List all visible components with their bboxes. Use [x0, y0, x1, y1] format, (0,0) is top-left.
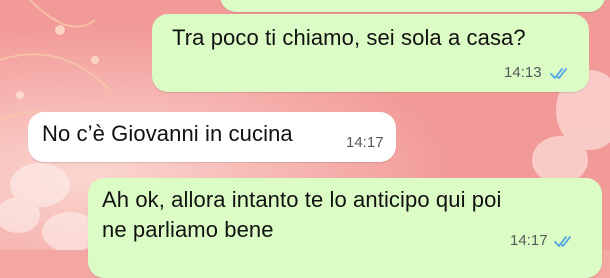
- message-bubble-outgoing[interactable]: Tra poco ti chiamo, sei sola a casa? 14:…: [152, 14, 589, 92]
- message-bubble-incoming[interactable]: No c’è Giovanni in cucina 14:17: [28, 112, 396, 162]
- double-check-read-icon: [554, 236, 571, 247]
- message-bubble-previous[interactable]: [220, 0, 605, 12]
- message-text: No c’è Giovanni in cucina: [42, 121, 293, 146]
- message-bubble-outgoing[interactable]: Ah ok, allora intanto te lo anticipo qui…: [88, 178, 602, 278]
- message-text: Tra poco ti chiamo, sei sola a casa?: [172, 25, 526, 50]
- double-check-read-icon: [550, 68, 567, 79]
- message-time: 14:17: [346, 134, 384, 151]
- message-text-line: Ah ok, allora intanto te lo anticipo qui…: [102, 187, 502, 212]
- message-time: 14:17: [510, 232, 548, 249]
- message-text-line: ne parliamo bene: [102, 217, 274, 242]
- message-time: 14:13: [504, 64, 542, 81]
